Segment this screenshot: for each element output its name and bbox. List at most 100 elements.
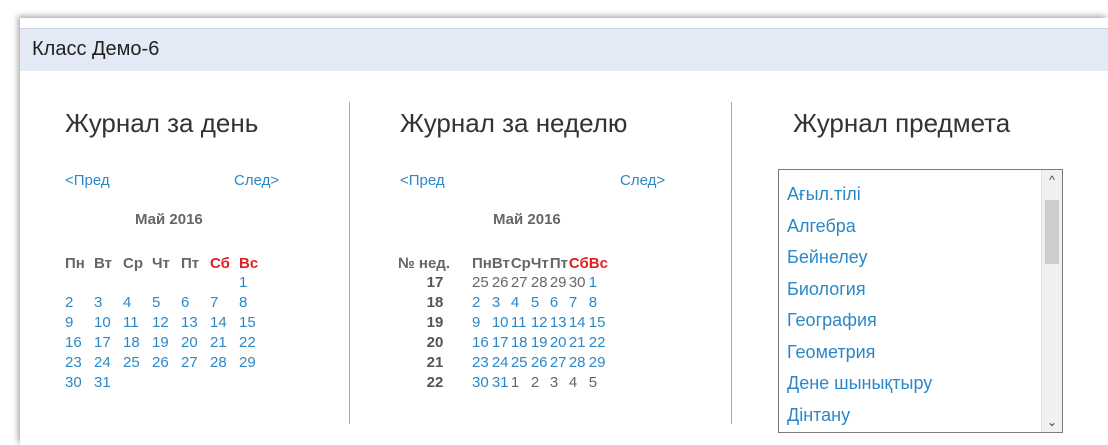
calendar-day[interactable]: 14 bbox=[210, 313, 239, 333]
calendar-empty bbox=[181, 373, 210, 393]
calendar-day[interactable]: 30 bbox=[472, 373, 492, 393]
calendar-day[interactable]: 7 bbox=[210, 293, 239, 313]
calendar-day[interactable]: 1 bbox=[239, 273, 268, 293]
calendar-week-row[interactable]: 21 23 24 25 26 27 28 29 bbox=[398, 353, 608, 373]
subject-item[interactable]: Дене шынықтыру bbox=[787, 371, 932, 403]
calendar-day[interactable]: 13 bbox=[181, 313, 210, 333]
calendar-day[interactable]: 21 bbox=[210, 333, 239, 353]
calendar-day[interactable]: 31 bbox=[94, 373, 123, 393]
calendar-day[interactable]: 2 bbox=[65, 293, 94, 313]
day-next-link[interactable]: След> bbox=[234, 172, 279, 189]
calendar-day[interactable]: 5 bbox=[531, 293, 550, 313]
calendar-day[interactable]: 16 bbox=[472, 333, 492, 353]
subject-item[interactable]: Дінтану bbox=[787, 403, 932, 433]
calendar-day[interactable]: 15 bbox=[239, 313, 268, 333]
calendar-day[interactable]: 26 bbox=[531, 353, 550, 373]
calendar-day[interactable]: 26 bbox=[152, 353, 181, 373]
calendar-day[interactable]: 24 bbox=[492, 353, 511, 373]
calendar-day[interactable]: 30 bbox=[569, 273, 589, 293]
calendar-day[interactable]: 11 bbox=[123, 313, 152, 333]
subject-item[interactable]: Бейнелеу bbox=[787, 245, 932, 277]
calendar-day[interactable]: 4 bbox=[123, 293, 152, 313]
calendar-day[interactable]: 9 bbox=[65, 313, 94, 333]
week-prev-link[interactable]: <Пред bbox=[400, 172, 445, 189]
calendar-week-row[interactable]: 20 16 17 18 19 20 21 22 bbox=[398, 333, 608, 353]
column-divider bbox=[349, 102, 350, 424]
calendar-day[interactable]: 19 bbox=[531, 333, 550, 353]
calendar-day[interactable]: 29 bbox=[589, 353, 608, 373]
calendar-day[interactable]: 17 bbox=[94, 333, 123, 353]
calendar-day[interactable]: 27 bbox=[181, 353, 210, 373]
calendar-day[interactable]: 3 bbox=[94, 293, 123, 313]
calendar-day[interactable]: 25 bbox=[511, 353, 531, 373]
calendar-day[interactable]: 2 bbox=[472, 293, 492, 313]
calendar-day[interactable]: 14 bbox=[569, 313, 589, 333]
calendar-day[interactable]: 28 bbox=[210, 353, 239, 373]
calendar-day[interactable]: 22 bbox=[239, 333, 268, 353]
calendar-day[interactable]: 8 bbox=[239, 293, 268, 313]
calendar-day[interactable]: 18 bbox=[123, 333, 152, 353]
calendar-day[interactable]: 28 bbox=[569, 353, 589, 373]
calendar-day[interactable]: 1 bbox=[589, 273, 608, 293]
calendar-week-row[interactable]: 17 25 26 27 28 29 30 1 bbox=[398, 273, 608, 293]
calendar-day[interactable]: 10 bbox=[492, 313, 511, 333]
calendar-day[interactable]: 3 bbox=[492, 293, 511, 313]
calendar-day[interactable]: 11 bbox=[511, 313, 531, 333]
calendar-day[interactable]: 17 bbox=[492, 333, 511, 353]
calendar-day[interactable]: 31 bbox=[492, 373, 511, 393]
subject-item[interactable]: Ағыл.тілі bbox=[787, 182, 932, 214]
calendar-empty bbox=[210, 373, 239, 393]
chevron-down-icon[interactable]: ⌄ bbox=[1042, 412, 1062, 432]
listbox-scrollbar[interactable]: ^ ⌄ bbox=[1041, 170, 1062, 432]
calendar-day[interactable]: 24 bbox=[94, 353, 123, 373]
calendar-day[interactable]: 2 bbox=[531, 373, 550, 393]
calendar-day[interactable]: 3 bbox=[550, 373, 569, 393]
calendar-day[interactable]: 13 bbox=[550, 313, 569, 333]
calendar-day[interactable]: 12 bbox=[531, 313, 550, 333]
calendar-day[interactable]: 9 bbox=[472, 313, 492, 333]
calendar-day[interactable]: 29 bbox=[239, 353, 268, 373]
calendar-empty bbox=[123, 273, 152, 293]
subject-item[interactable]: География bbox=[787, 308, 932, 340]
calendar-day[interactable]: 21 bbox=[569, 333, 589, 353]
calendar-week-row[interactable]: 22 30 31 1 2 3 4 5 bbox=[398, 373, 608, 393]
subject-item[interactable]: Геометрия bbox=[787, 340, 932, 372]
calendar-day[interactable]: 26 bbox=[492, 273, 511, 293]
calendar-day[interactable]: 28 bbox=[531, 273, 550, 293]
calendar-day[interactable]: 27 bbox=[511, 273, 531, 293]
calendar-week-row[interactable]: 18 2 3 4 5 6 7 8 bbox=[398, 293, 608, 313]
subject-listbox[interactable]: Ағыл.тілі Алгебра Бейнелеу Биология Географи… bbox=[778, 169, 1063, 433]
day-prev-link[interactable]: <Пред bbox=[65, 172, 110, 189]
calendar-day[interactable]: 22 bbox=[589, 333, 608, 353]
subject-item[interactable]: Биология bbox=[787, 277, 932, 309]
calendar-day[interactable]: 6 bbox=[550, 293, 569, 313]
calendar-day[interactable]: 23 bbox=[472, 353, 492, 373]
calendar-day[interactable]: 7 bbox=[569, 293, 589, 313]
calendar-day[interactable]: 20 bbox=[550, 333, 569, 353]
calendar-day[interactable]: 8 bbox=[589, 293, 608, 313]
chevron-up-icon[interactable]: ^ bbox=[1042, 170, 1062, 190]
calendar-day[interactable]: 30 bbox=[65, 373, 94, 393]
calendar-day[interactable]: 1 bbox=[511, 373, 531, 393]
calendar-day[interactable]: 5 bbox=[152, 293, 181, 313]
calendar-day[interactable]: 27 bbox=[550, 353, 569, 373]
subject-item[interactable]: Алгебра bbox=[787, 214, 932, 246]
calendar-day[interactable]: 29 bbox=[550, 273, 569, 293]
calendar-day[interactable]: 15 bbox=[589, 313, 608, 333]
calendar-day[interactable]: 19 bbox=[152, 333, 181, 353]
calendar-day[interactable]: 20 bbox=[181, 333, 210, 353]
calendar-day[interactable]: 4 bbox=[511, 293, 531, 313]
calendar-day[interactable]: 23 bbox=[65, 353, 94, 373]
calendar-day[interactable]: 16 bbox=[65, 333, 94, 353]
week-next-link[interactable]: След> bbox=[620, 172, 665, 189]
calendar-day[interactable]: 25 bbox=[472, 273, 492, 293]
scrollbar-thumb[interactable] bbox=[1045, 200, 1059, 264]
calendar-day[interactable]: 12 bbox=[152, 313, 181, 333]
calendar-day[interactable]: 25 bbox=[123, 353, 152, 373]
calendar-day[interactable]: 18 bbox=[511, 333, 531, 353]
calendar-week-row[interactable]: 19 9 10 11 12 13 14 15 bbox=[398, 313, 608, 333]
calendar-day[interactable]: 5 bbox=[589, 373, 608, 393]
calendar-day[interactable]: 10 bbox=[94, 313, 123, 333]
calendar-day[interactable]: 6 bbox=[181, 293, 210, 313]
calendar-day[interactable]: 4 bbox=[569, 373, 589, 393]
